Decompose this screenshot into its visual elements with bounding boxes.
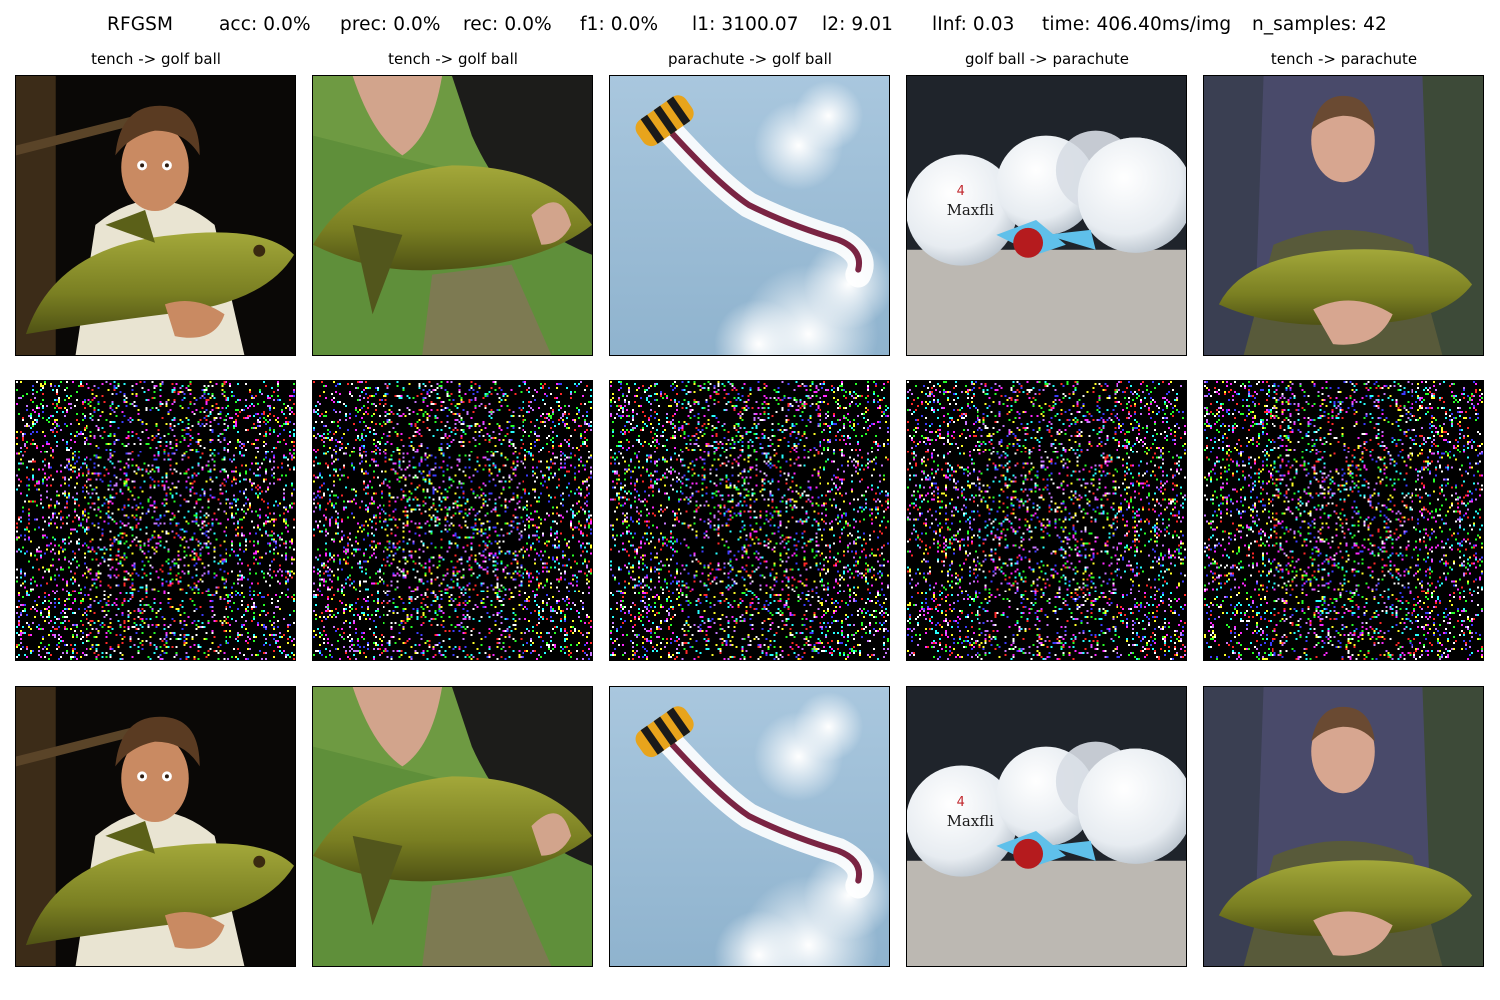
samples-metric: n_samples: 42 (1252, 14, 1387, 35)
adversarial-image-1 (15, 686, 296, 967)
time-metric: time: 406.40ms/img (1042, 14, 1232, 35)
original-image-3 (609, 75, 890, 356)
original-image-5 (1203, 75, 1484, 356)
column-title-5: tench -> parachute (1270, 50, 1418, 68)
adversarial-image-3 (609, 686, 890, 967)
f1-metric: f1: 0.0% (580, 14, 659, 35)
precision-metric: prec: 0.0% (340, 14, 441, 35)
column-title-4: golf ball -> parachute (965, 50, 1129, 68)
perturbation-image-5 (1203, 380, 1484, 661)
original-image-1 (15, 75, 296, 356)
metrics-header: RFGSM acc: 0.0% prec: 0.0% rec: 0.0% f1:… (0, 14, 1500, 44)
perturbation-image-1 (15, 380, 296, 661)
column-title-3: parachute -> golf ball (668, 50, 832, 68)
l2-metric: l2: 9.01 (822, 14, 894, 35)
perturbation-image-3 (609, 380, 890, 661)
perturbation-image-4 (906, 380, 1187, 661)
adversarial-image-5 (1203, 686, 1484, 967)
l1-metric: l1: 3100.07 (692, 14, 799, 35)
recall-metric: rec: 0.0% (463, 14, 552, 35)
adversarial-image-4 (906, 686, 1187, 967)
original-image-4 (906, 75, 1187, 356)
perturbation-image-2 (312, 380, 593, 661)
column-title-1: tench -> golf ball (91, 50, 221, 68)
linf-metric: lInf: 0.03 (932, 14, 1015, 35)
accuracy-metric: acc: 0.0% (219, 14, 311, 35)
method-name: RFGSM (107, 14, 174, 35)
adversarial-image-2 (312, 686, 593, 967)
column-title-2: tench -> golf ball (388, 50, 518, 68)
original-image-2 (312, 75, 593, 356)
